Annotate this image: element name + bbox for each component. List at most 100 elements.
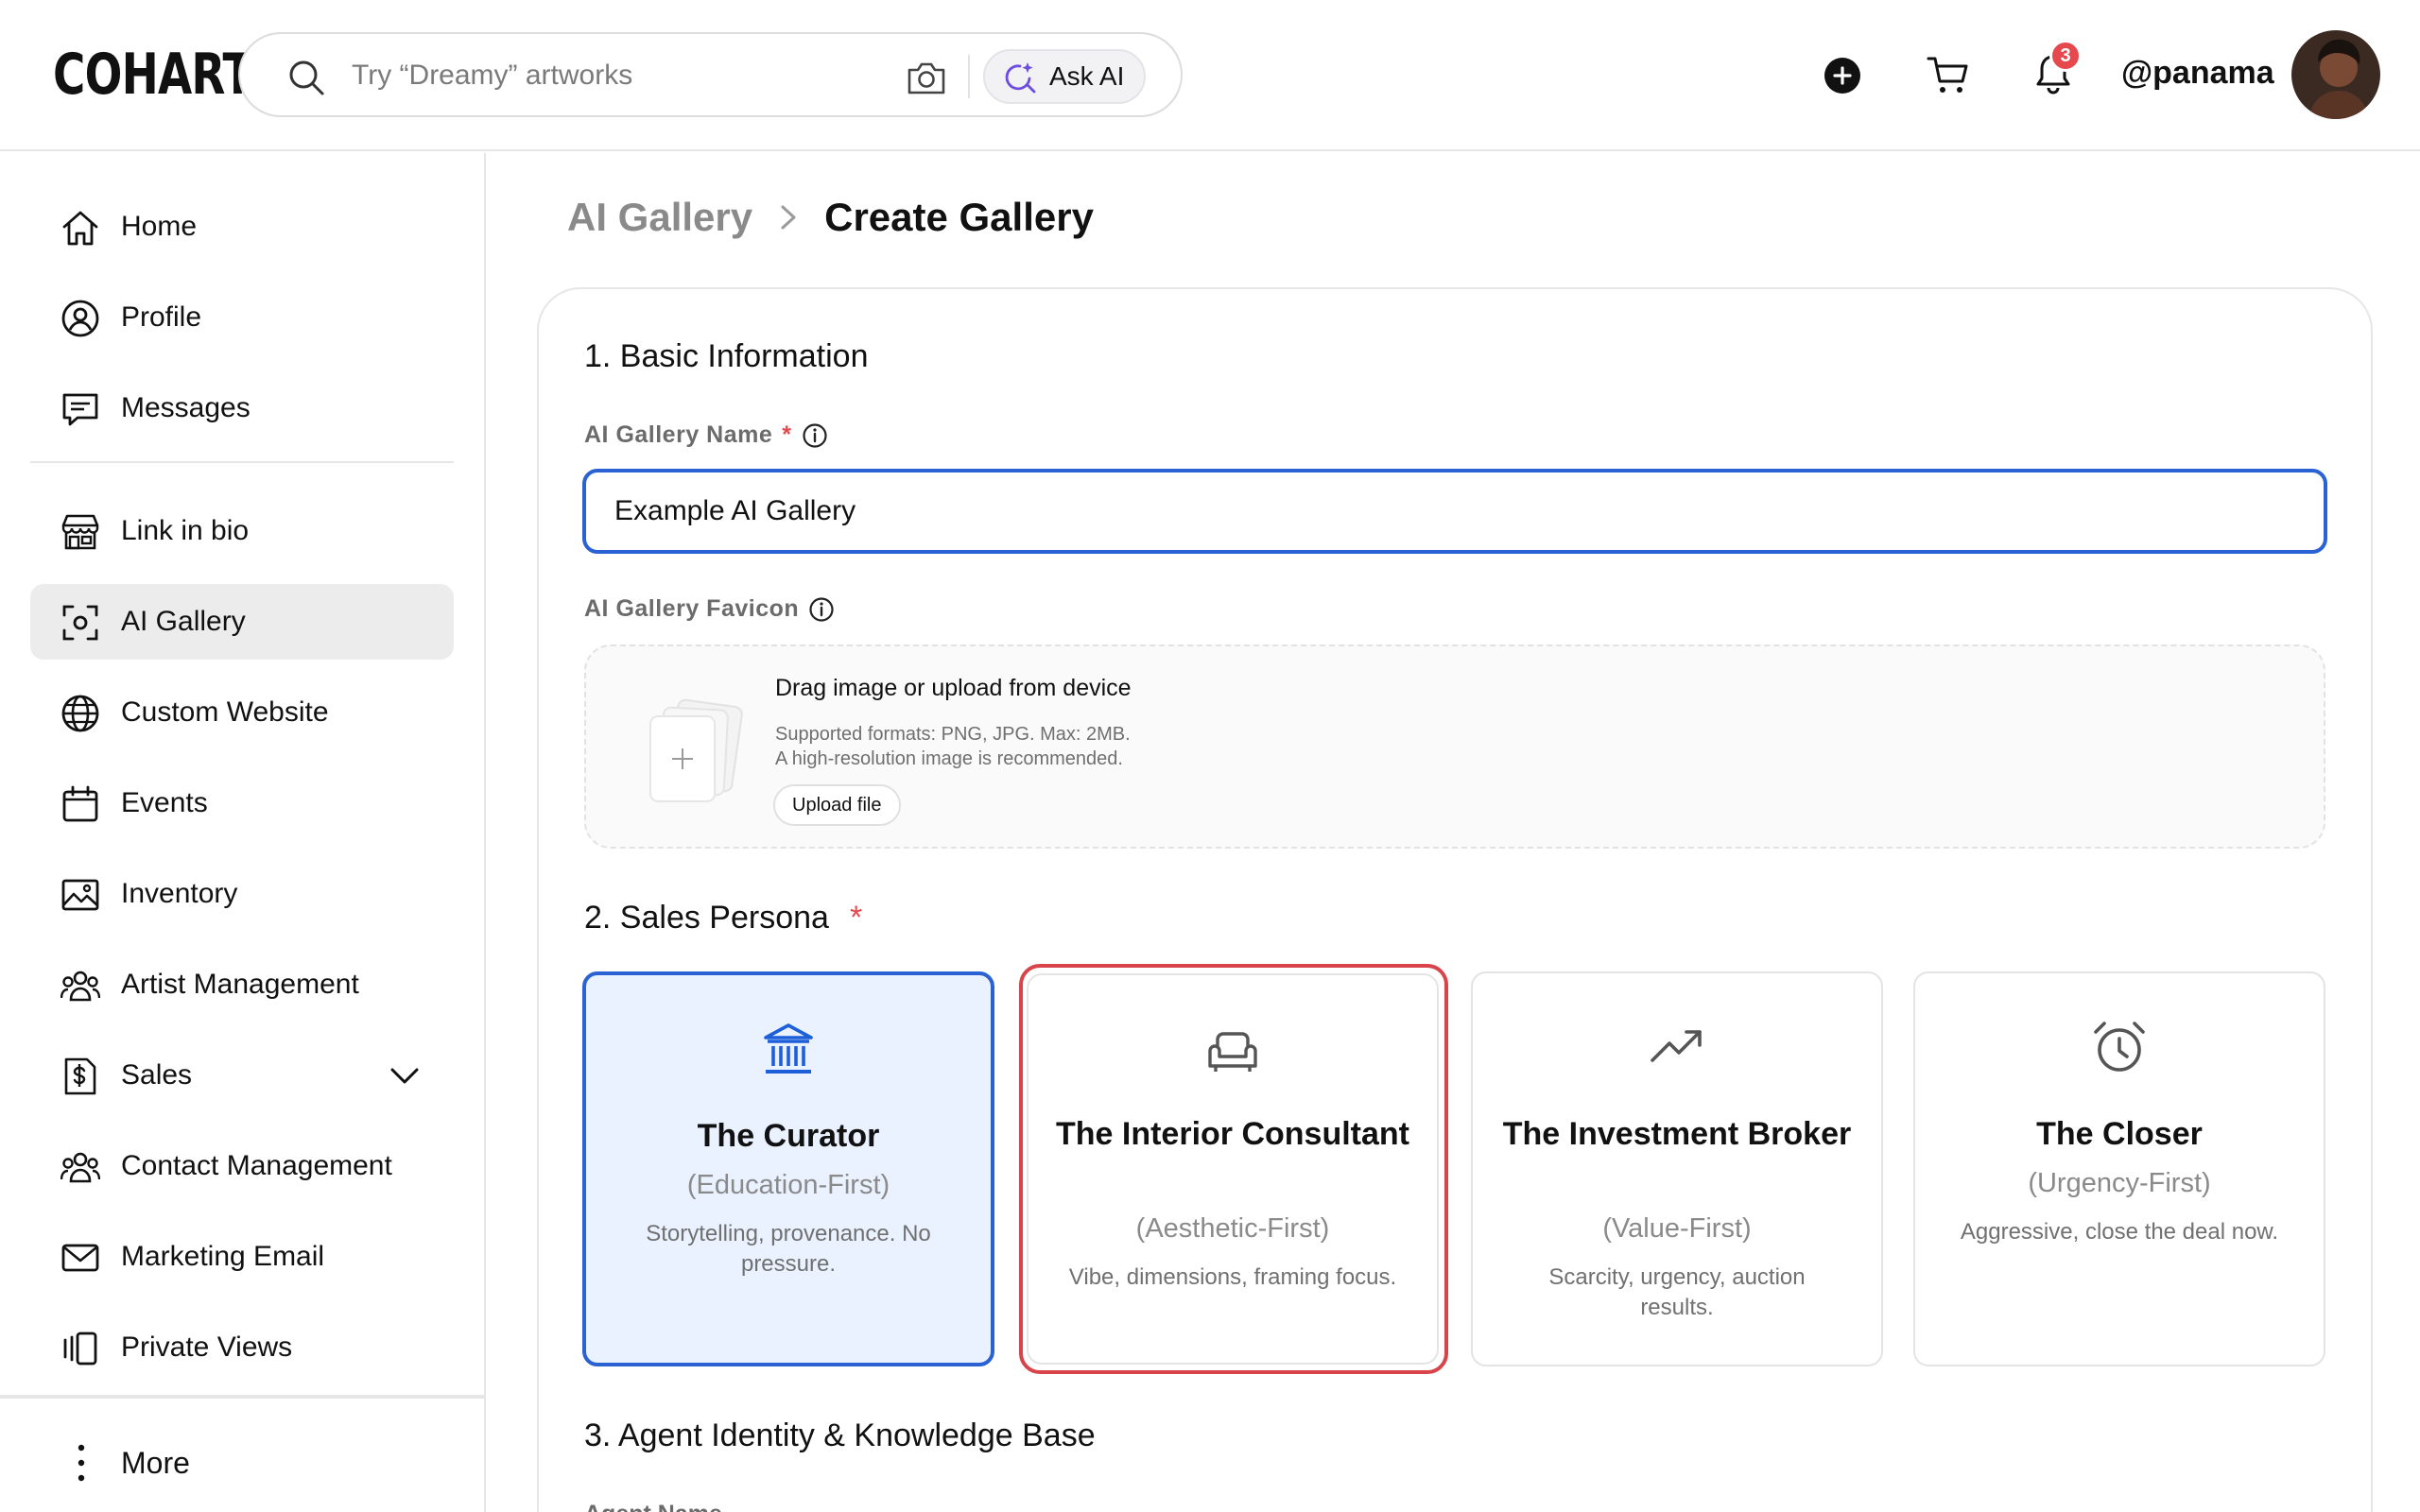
sidebar-item-events[interactable]: Events: [30, 765, 454, 841]
persona-tag: (Aesthetic-First): [1135, 1213, 1330, 1244]
chat-icon: [62, 393, 98, 426]
gallery-name-label: AI Gallery Name *: [584, 421, 828, 449]
sidebar-item-label: Artist Management: [121, 969, 359, 1000]
calendar-icon: [62, 785, 98, 822]
persona-card-interior-consultant[interactable]: The Interior Consultant (Aesthetic-First…: [1027, 973, 1439, 1365]
image-icon: [61, 879, 99, 911]
trend-up-icon: [1651, 1030, 1702, 1062]
armchair-icon: [1208, 1032, 1257, 1072]
mail-icon: [61, 1244, 99, 1272]
more-label: More: [121, 1446, 190, 1480]
sidebar-item-messages[interactable]: Messages: [30, 370, 454, 446]
required-asterisk: *: [849, 900, 863, 936]
upload-file-button[interactable]: Upload file: [773, 784, 901, 826]
upload-formats: Supported formats: PNG, JPG. Max: 2MB.: [775, 724, 1131, 745]
sidebar-item-label: Events: [121, 787, 208, 818]
storefront-icon: [61, 514, 99, 550]
sidebar-item-ai-gallery[interactable]: AI Gallery: [30, 584, 454, 660]
sidebar-item-label: Contact Management: [121, 1150, 392, 1181]
chevron-down-icon[interactable]: [389, 1062, 420, 1089]
persona-name: The Interior Consultant: [1056, 1116, 1409, 1152]
persona-description: Storytelling, provenance. No pressure.: [646, 1221, 931, 1277]
ask-ai-label: Ask AI: [1049, 61, 1125, 91]
persona-card-closer[interactable]: The Closer (Urgency-First) Aggressive, c…: [1913, 971, 2325, 1366]
sidebar-more-button[interactable]: More: [30, 1423, 454, 1499]
search-bar: Ask AI: [238, 32, 1183, 117]
gallery-favicon-label-text: AI Gallery Favicon: [584, 595, 800, 622]
gallery-name-label-text: AI Gallery Name: [584, 421, 773, 448]
username-label[interactable]: @panama: [2121, 55, 2274, 92]
section-basic-information-title: 1. Basic Information: [584, 338, 869, 374]
notification-badge: 3: [2049, 40, 2082, 72]
sidebar-item-label: Inventory: [121, 878, 238, 909]
persona-tag: (Value-First): [1602, 1213, 1752, 1244]
sidebar-item-contact-management[interactable]: Contact Management: [30, 1128, 454, 1204]
sidebar-divider: [30, 461, 454, 463]
dollar-doc-icon: [64, 1057, 96, 1095]
agent-name-label: Agent Name: [584, 1501, 722, 1512]
museum-icon: [764, 1023, 813, 1074]
sidebar-item-label: Link in bio: [121, 515, 250, 546]
gallery-favicon-label: AI Gallery Favicon: [584, 595, 835, 623]
breadcrumb: AI Gallery Create Gallery: [567, 195, 1094, 240]
globe-icon: [61, 695, 99, 732]
sidebar-item-artist-management[interactable]: Artist Management: [30, 947, 454, 1022]
chevron-right-icon: [781, 205, 796, 230]
sidebar-item-label: Custom Website: [121, 696, 329, 728]
users-icon: [60, 971, 100, 1002]
section-agent-identity-title: 3. Agent Identity & Knowledge Base: [584, 1418, 1096, 1453]
section-sales-persona-title: 2. Sales Persona *: [584, 900, 862, 936]
breadcrumb-parent[interactable]: AI Gallery: [567, 195, 752, 240]
persona-tag: (Urgency-First): [2028, 1168, 2211, 1198]
breadcrumb-current: Create Gallery: [824, 195, 1094, 239]
views-icon: [63, 1332, 97, 1366]
sidebar-item-sales[interactable]: Sales: [30, 1038, 454, 1113]
persona-card-investment-broker[interactable]: The Investment Broker (Value-First) Scar…: [1471, 971, 1883, 1366]
alarm-clock-icon: [2094, 1022, 2145, 1072]
sidebar-item-label: Sales: [121, 1059, 193, 1091]
persona-name: The Closer: [2036, 1116, 2203, 1152]
user-circle-icon: [61, 300, 99, 337]
sidebar-item-label: Marketing Email: [121, 1241, 325, 1272]
add-icon[interactable]: [1824, 57, 1861, 94]
ask-ai-button[interactable]: Ask AI: [983, 49, 1146, 104]
search-icon: [289, 60, 324, 95]
persona-description: Aggressive, close the deal now.: [1960, 1219, 2279, 1245]
avatar[interactable]: [2291, 30, 2380, 119]
search-divider: [968, 55, 970, 98]
camera-icon[interactable]: [906, 59, 947, 96]
ai-sparkle-icon: [1005, 62, 1036, 94]
sidebar-item-link-in-bio[interactable]: Link in bio: [30, 493, 454, 569]
home-icon: [62, 211, 98, 246]
favicon-dropzone[interactable]: Drag image or upload from device Support…: [584, 644, 2325, 849]
upload-image-icon: [649, 698, 743, 802]
info-icon[interactable]: [802, 422, 828, 449]
cart-icon[interactable]: [1927, 55, 1970, 96]
sidebar: Home Profile Messages Link in bio AI Gal…: [0, 153, 486, 1512]
cohart-logo[interactable]: COHART: [53, 42, 252, 108]
sidebar-item-marketing-email[interactable]: Marketing Email: [30, 1219, 454, 1295]
persona-name: The Investment Broker: [1502, 1116, 1852, 1152]
top-header: COHART Ask AI 3 @panama: [0, 0, 2420, 151]
sidebar-item-home[interactable]: Home: [30, 189, 454, 265]
sidebar-item-label: Messages: [121, 392, 251, 423]
persona-name: The Curator: [697, 1118, 880, 1154]
persona-card-curator[interactable]: The Curator (Education-First) Storytelli…: [582, 971, 994, 1366]
gallery-name-input[interactable]: [582, 469, 2327, 554]
section-sales-persona-text: 2. Sales Persona: [584, 900, 829, 936]
sidebar-item-custom-website[interactable]: Custom Website: [30, 675, 454, 750]
persona-description: Scarcity, urgency, auction results.: [1548, 1264, 1806, 1320]
sidebar-item-inventory[interactable]: Inventory: [30, 856, 454, 932]
info-icon[interactable]: [808, 596, 835, 623]
persona-tag: (Education-First): [686, 1170, 890, 1200]
persona-description: Vibe, dimensions, framing focus.: [1068, 1264, 1397, 1290]
sidebar-item-profile[interactable]: Profile: [30, 280, 454, 355]
more-vertical-icon: [78, 1444, 85, 1482]
sidebar-item-label: Private Views: [121, 1332, 293, 1363]
sidebar-divider: [0, 1395, 484, 1399]
upload-hint: A high-resolution image is recommended.: [775, 748, 1123, 769]
sidebar-item-private-views[interactable]: Private Views: [30, 1310, 454, 1385]
users-icon: [60, 1152, 100, 1183]
scan-icon: [62, 605, 98, 641]
sidebar-item-label: Profile: [121, 301, 202, 333]
